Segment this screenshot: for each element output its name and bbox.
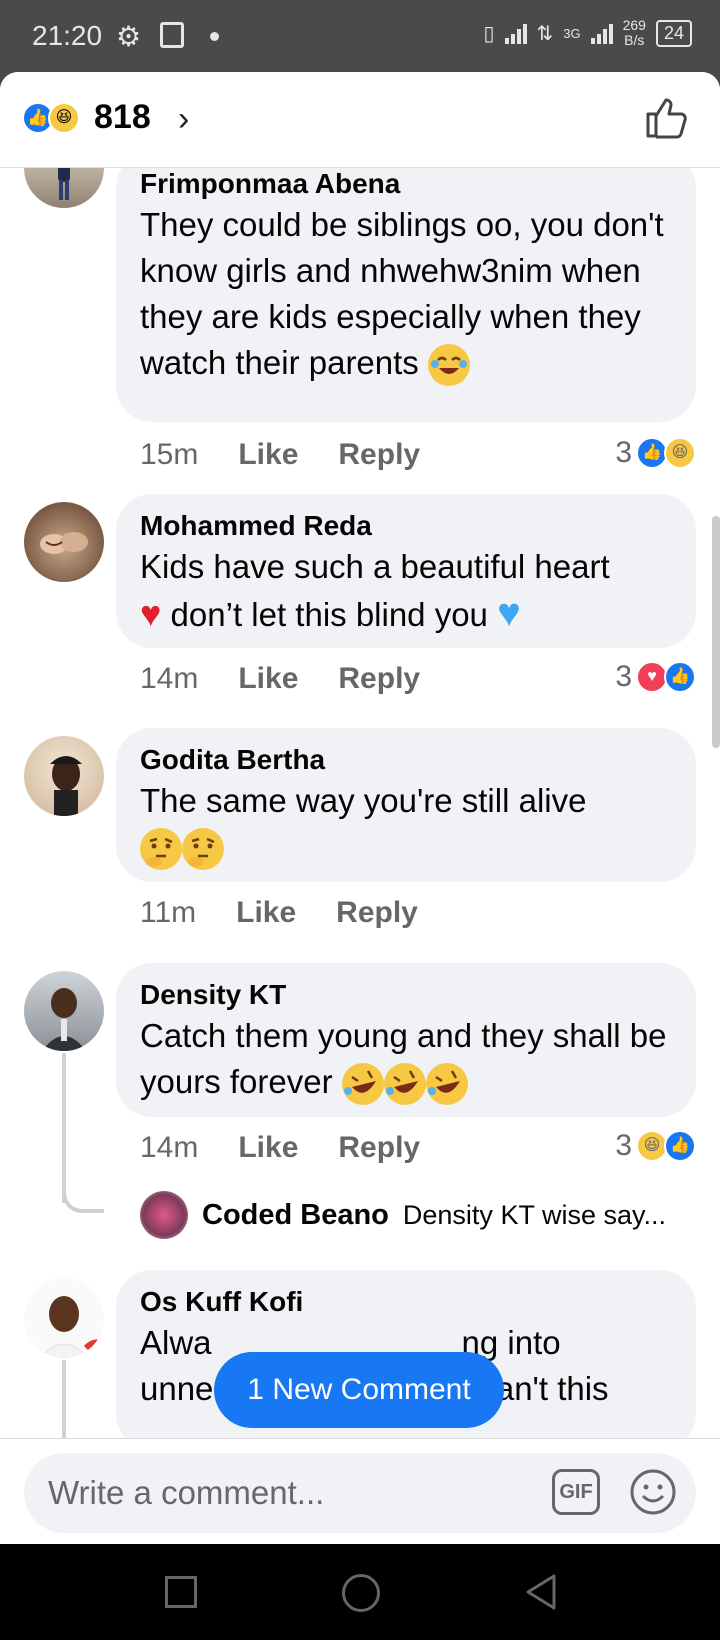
- comment-author[interactable]: Mohammed Reda: [140, 508, 672, 544]
- thread-line: [62, 1360, 66, 1438]
- comment-composer: GIF: [0, 1438, 720, 1544]
- comment-bubble[interactable]: Mohammed Reda Kids have such a beautiful…: [116, 494, 696, 648]
- thinking-face-emoji-icon: [140, 828, 182, 871]
- recent-apps-icon[interactable]: [165, 1576, 197, 1608]
- comment-text: Kids have such a beautiful heart ♥ don’t …: [140, 548, 610, 635]
- blue-heart-emoji-icon: ♥: [497, 591, 521, 635]
- rolling-laughing-emoji-icon: [425, 1063, 468, 1106]
- back-icon[interactable]: [522, 1572, 558, 1612]
- comment-field: GIF: [24, 1453, 696, 1533]
- comment-reactions[interactable]: 3 ♥ 👍: [615, 660, 696, 694]
- avatar[interactable]: [24, 168, 104, 208]
- like-reaction-icon: 👍: [664, 1130, 696, 1162]
- battery-icon: 24: [655, 19, 692, 47]
- reply-link[interactable]: Reply: [336, 896, 418, 930]
- reply-link[interactable]: Reply: [338, 662, 420, 696]
- gif-button[interactable]: GIF: [552, 1469, 600, 1515]
- thread-connector: [62, 1173, 104, 1213]
- rolling-laughing-emoji-icon: [341, 1063, 384, 1106]
- reaction-count: 3: [615, 660, 632, 693]
- comment-author[interactable]: Density KT: [140, 977, 672, 1013]
- comment-author[interactable]: Frimponmaa Abena: [140, 168, 672, 202]
- scrollbar[interactable]: [712, 516, 720, 748]
- signal-icon-2: [590, 22, 613, 44]
- comment-author[interactable]: Godita Bertha: [140, 742, 672, 778]
- comment-meta: 11m Like Reply: [140, 896, 418, 930]
- comment-time: 14m: [140, 662, 199, 695]
- comment-author[interactable]: Os Kuff Kofi: [140, 1284, 672, 1320]
- haha-reaction-icon: 😆: [664, 437, 696, 469]
- reaction-summary[interactable]: 👍 😆: [22, 100, 82, 136]
- chevron-right-icon[interactable]: ›: [178, 100, 189, 139]
- like-link[interactable]: Like: [238, 438, 298, 472]
- comment-time: 14m: [140, 1131, 199, 1164]
- avatar[interactable]: [24, 736, 104, 816]
- new-comment-button[interactable]: 1 New Comment: [214, 1352, 504, 1428]
- avatar[interactable]: [24, 971, 104, 1051]
- reaction-count[interactable]: 818: [94, 98, 151, 137]
- status-time: 21:20: [32, 20, 103, 51]
- reply-text: Density KT wise say...: [402, 1199, 666, 1230]
- haha-reaction-icon: 😆: [48, 102, 80, 134]
- home-icon[interactable]: [342, 1574, 380, 1612]
- reaction-count: 3: [615, 1129, 632, 1162]
- status-indicators: ▯ ⇅ 3G 269 B/s 24: [483, 18, 692, 48]
- red-heart-emoji-icon: ♥: [140, 593, 162, 634]
- status-bar: 21:20 ⚙ ▯ ⇅ 3G 269 B/s 24: [0, 0, 720, 72]
- avatar[interactable]: [24, 502, 104, 582]
- comment-bubble[interactable]: Godita Bertha The same way you're still …: [116, 728, 696, 882]
- comment-time: 11m: [140, 896, 197, 929]
- net-speed: 269 B/s: [622, 17, 646, 48]
- avatar[interactable]: [24, 1278, 104, 1358]
- rolling-laughing-emoji-icon: [383, 1063, 426, 1106]
- avatar: [140, 1191, 188, 1239]
- reply-preview[interactable]: Coded Beano Density KT wise say...: [140, 1191, 666, 1239]
- like-link[interactable]: Like: [238, 662, 298, 696]
- reply-author[interactable]: Coded Beano: [202, 1199, 389, 1232]
- notification-doc-icon: [160, 22, 184, 48]
- like-link[interactable]: Like: [236, 896, 296, 930]
- comment-text: They could be siblings oo, you don't kno…: [140, 202, 672, 387]
- comment-meta: 14m Like Reply: [140, 1131, 420, 1165]
- data-arrows-icon: ⇅: [536, 22, 554, 45]
- comment-input[interactable]: [48, 1453, 528, 1533]
- comment-bubble[interactable]: Frimponmaa Abena They could be siblings …: [116, 168, 696, 422]
- comment-text: Catch them young and they shall be yours…: [140, 1013, 672, 1106]
- emoji-picker-icon[interactable]: [628, 1467, 678, 1517]
- reaction-count: 3: [615, 436, 632, 469]
- thinking-face-emoji-icon: [182, 828, 224, 871]
- vibrate-icon: ▯: [483, 22, 495, 45]
- comment-time: 15m: [140, 438, 199, 471]
- reply-link[interactable]: Reply: [338, 438, 420, 472]
- settings-gear-icon: ⚙: [116, 21, 142, 52]
- like-link[interactable]: Like: [238, 1131, 298, 1165]
- network-type: 3G: [563, 25, 581, 41]
- notification-dot-icon: [210, 32, 219, 41]
- like-outline-icon[interactable]: [642, 94, 690, 142]
- comment-bubble[interactable]: Density KT Catch them young and they sha…: [116, 963, 696, 1117]
- reply-link[interactable]: Reply: [338, 1131, 420, 1165]
- comment-reactions[interactable]: 3 😆 👍: [615, 1129, 696, 1163]
- comment-text: The same way you're still alive: [140, 778, 672, 871]
- comment-meta: 14m Like Reply: [140, 662, 420, 696]
- comments-sheet: 👍 😆 818 › Frimponmaa Abena They could be…: [0, 72, 720, 1544]
- comment-list: Frimponmaa Abena They could be siblings …: [0, 168, 720, 1438]
- like-reaction-icon: 👍: [664, 661, 696, 693]
- comment-reactions[interactable]: 3 👍 😆: [615, 436, 696, 470]
- comment-meta: 15m Like Reply: [140, 438, 420, 472]
- tears-of-joy-emoji-icon: [427, 344, 470, 387]
- system-nav-bar: [0, 1544, 720, 1640]
- reactions-header: 👍 😆 818 ›: [0, 72, 720, 168]
- signal-icon: [504, 22, 527, 44]
